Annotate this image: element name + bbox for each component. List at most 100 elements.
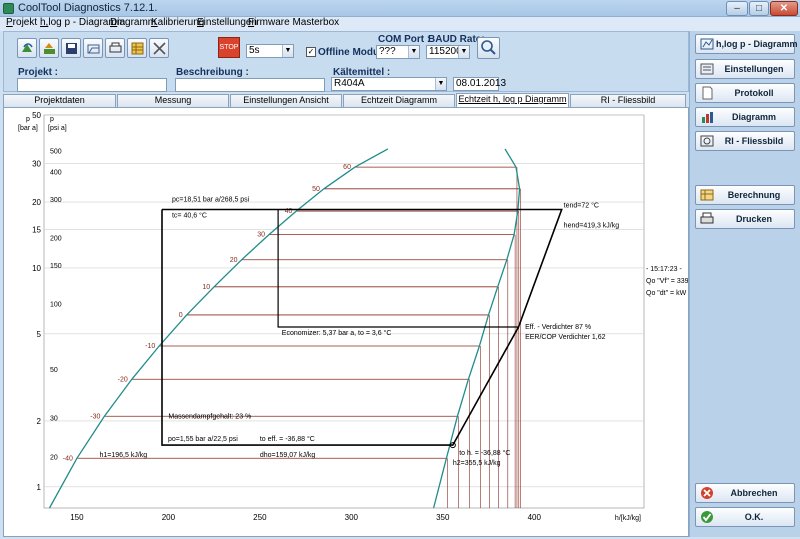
side-button-label: Einstellungen [724, 64, 784, 74]
projekt-input[interactable] [17, 78, 167, 92]
annotation-qo-vf: Qo "Vf" = 339.9 [646, 278, 688, 285]
minimize-button[interactable]: – [726, 1, 748, 16]
open-file-icon [87, 44, 100, 54]
tab-messung[interactable]: Messung [117, 94, 229, 107]
side-button-einstellungen[interactable]: Einstellungen [695, 59, 795, 79]
printer-icon [700, 212, 714, 224]
printer-icon [109, 42, 122, 53]
tab-einstellungen-ansicht[interactable]: Einstellungen Ansicht [230, 94, 342, 107]
beschreibung-input[interactable] [175, 78, 325, 92]
interval-select[interactable]: 5s ▼ [246, 44, 294, 58]
app-icon [3, 3, 14, 14]
save-button[interactable] [61, 38, 81, 58]
search-button[interactable] [477, 37, 500, 59]
isotherm-label: 10 [202, 284, 210, 291]
x-tick-label: 300 [345, 513, 359, 522]
export-button[interactable] [39, 38, 59, 58]
maximize-button[interactable]: □ [749, 1, 769, 16]
side-button-label: Berechnung [727, 190, 781, 200]
isotherm-label: -10 [145, 343, 155, 350]
chevron-down-icon: ▼ [282, 45, 293, 57]
x-tick-label: 150 [70, 513, 84, 522]
x-tick-label: 350 [436, 513, 450, 522]
isotherm-label: -30 [90, 413, 100, 420]
beschreibung-label: Beschreibung : [176, 67, 249, 78]
stop-button[interactable]: STOP [218, 37, 240, 58]
open-folder-icon [22, 43, 33, 52]
tab-echtzeit-diagramm[interactable]: Echtzeit Diagramm [343, 94, 455, 107]
cancel-label: Abbrechen [730, 488, 778, 498]
y-tick-label-psi: 100 [50, 301, 62, 308]
side-button-fliessbild[interactable]: RI - Fliessbild [695, 131, 795, 151]
y-tick-label-bar: 30 [32, 160, 41, 169]
isotherm-label: 50 [312, 186, 320, 193]
isotherm-label: 30 [257, 232, 265, 239]
annotation-h1: h1=196,5 kJ/kg [100, 452, 148, 459]
offline-label: Offline Modus [318, 47, 385, 58]
kaeltemittel-value: R404A [334, 78, 365, 89]
annotation-massendampfgehalt: Massendampfgehalt: 23 % [168, 413, 251, 420]
chevron-down-icon: ▼ [458, 46, 469, 58]
y-tick-label-psi: 30 [50, 416, 58, 423]
date-field[interactable]: 08.01.2013 [453, 77, 506, 91]
table-button[interactable] [127, 38, 147, 58]
flow-diagram-icon [700, 135, 714, 147]
com-port-label: COM Port : [378, 34, 431, 45]
annotation-pc: pc=18,51 bar a/268,5 psi [172, 196, 250, 203]
window-title: CoolTool Diagnostics 7.12.1. [18, 2, 158, 14]
side-button-diagramm[interactable]: Diagramm [695, 107, 795, 127]
tab-ri-fliessbild[interactable]: RI - Fliessbild [570, 94, 686, 107]
side-button-protokoll[interactable]: Protokoll [695, 83, 795, 103]
menu-diagramm[interactable]: Diagramm [110, 17, 156, 28]
y-axis-unit-bar: [bar a] [18, 125, 38, 132]
kaeltemittel-select[interactable]: R404A ▼ [331, 77, 447, 91]
side-button-label: h,log p - Diagramm [716, 39, 798, 49]
side-button-drucken[interactable]: Drucken [695, 209, 795, 229]
open-file-button[interactable] [83, 38, 103, 58]
y-tick-label-psi: 150 [50, 263, 62, 270]
search-icon [481, 40, 496, 55]
annotation-po: po=1,55 bar a/22,5 psi [168, 436, 238, 443]
annotation-to-h: to h. = -36,88 °C [459, 449, 510, 457]
open-folder-button[interactable] [17, 38, 37, 58]
chart-icon [700, 38, 714, 50]
calculator-icon [700, 189, 714, 201]
x-tick-label: 400 [528, 513, 542, 522]
print-button[interactable] [105, 38, 125, 58]
y-axis-title-bar: p [26, 116, 30, 123]
table-icon [131, 42, 144, 55]
ok-button[interactable]: O.K. [695, 507, 795, 527]
toolbar-area: STOP 5s ▼ ✓ Offline Modus COM Port : ???… [3, 31, 689, 92]
y-tick-label-bar: 10 [32, 264, 41, 273]
interval-value: 5s [249, 45, 260, 56]
x-tick-label: 250 [253, 513, 267, 522]
side-button-berechnung[interactable]: Berechnung [695, 185, 795, 205]
annotation-hend: hend=419,3 kJ/kg [564, 222, 620, 229]
plot-area [43, 114, 645, 509]
y-tick-label-psi: 20 [50, 454, 58, 461]
isotherm-label: 20 [230, 257, 238, 264]
close-button[interactable]: ✕ [770, 1, 798, 16]
y-tick-label-bar: 50 [32, 111, 41, 120]
document-icon [702, 86, 713, 100]
baud-select[interactable]: 115200 ▼ [426, 45, 470, 59]
tools-button[interactable] [149, 38, 169, 58]
hlogp-chart[interactable]: 1251015203050203050100150200300400500p[b… [4, 108, 694, 536]
y-tick-label-bar: 2 [37, 417, 42, 426]
isotherm-label: 0 [179, 312, 183, 319]
side-button-label: Protokoll [734, 88, 774, 98]
isotherm-label: -40 [63, 455, 73, 462]
menu-projekt[interactable]: Projekt [6, 17, 37, 28]
projekt-label: Projekt : [18, 67, 59, 78]
tab-echtzeit-hlogp[interactable]: Echtzeit h, log p Diagramm [456, 93, 569, 107]
settings-icon [700, 63, 714, 75]
menu-firmware[interactable]: Firmware Masterbox [248, 17, 339, 28]
annotation-economizer: Economizer: 5,37 bar a, to = 3,6 °C [282, 329, 392, 337]
offline-checkbox[interactable]: ✓ [306, 47, 316, 57]
y-tick-label-psi: 50 [50, 367, 58, 374]
x-axis-title: h/[kJ/kg] [615, 515, 641, 522]
side-button-hlogp[interactable]: h,log p - Diagramm [695, 34, 798, 54]
cancel-button[interactable]: Abbrechen [695, 483, 795, 503]
com-port-select[interactable]: ??? ▼ [376, 45, 420, 59]
tab-projektdaten[interactable]: Projektdaten [3, 94, 116, 107]
